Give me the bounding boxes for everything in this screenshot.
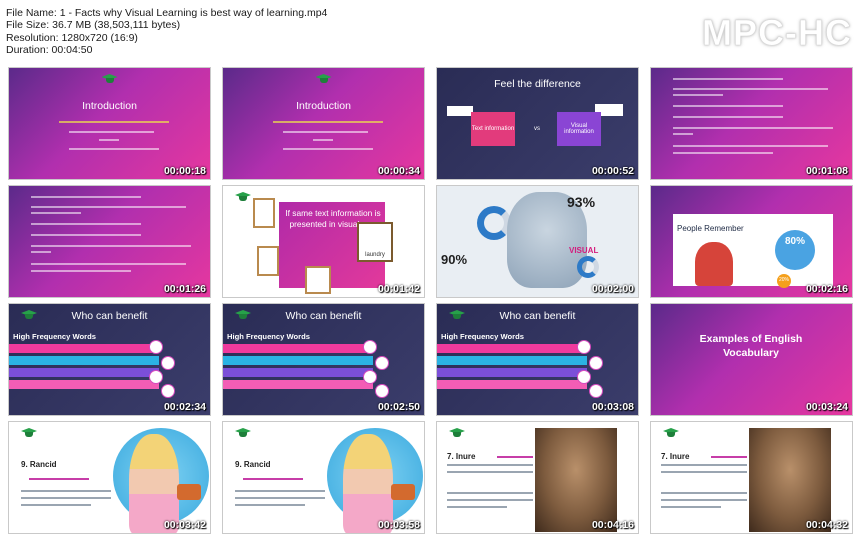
laundry-card: laundry [357, 222, 393, 262]
laundry-label: laundry [365, 252, 385, 258]
timestamp: 00:04:32 [805, 519, 848, 531]
timestamp: 00:03:08 [591, 401, 634, 413]
slide-title: Examples of English Vocabulary [699, 333, 803, 359]
slide-title: Feel the difference [494, 78, 581, 90]
graduation-hat-icon [235, 192, 251, 202]
thumbnail-13[interactable]: 9. Rancid 00:03:42 [8, 421, 211, 534]
thumbnail-2[interactable]: Introduction 00:00:34 [222, 67, 425, 180]
person-icon [363, 340, 377, 354]
donut-chart-icon-2 [577, 256, 599, 278]
vocab-word: 9. Rancid [235, 460, 271, 469]
thumbnail-7[interactable]: 93% 90% VISUAL 00:02:00 [436, 185, 639, 298]
timestamp: 00:02:00 [591, 283, 634, 295]
slide-title: Introduction [296, 100, 351, 112]
vs-label: vs [534, 126, 540, 132]
timestamp: 00:03:58 [377, 519, 420, 531]
visual-information-box: Visual information [557, 112, 601, 146]
food-icon [177, 484, 201, 500]
thumbnail-5[interactable]: 00:01:26 [8, 185, 211, 298]
file-size-row: File Size: 36.7 MB (38,503,111 bytes) [6, 19, 181, 32]
timestamp: 00:03:24 [805, 401, 848, 413]
graduation-hat-icon [449, 428, 465, 438]
timestamp: 00:01:42 [377, 283, 420, 295]
person-icon [375, 356, 389, 370]
slide-title: Who can benefit [499, 310, 576, 322]
thumbnail-4[interactable]: 00:01:08 [650, 67, 853, 180]
mpc-hc-logo: MPC-HC [702, 12, 852, 54]
thumbnail-16[interactable]: 7. Inure 00:04:32 [650, 421, 853, 534]
person-icon [149, 370, 163, 384]
duration: 00:04:50 [51, 44, 93, 57]
picture-card-c [257, 246, 279, 276]
duration-row: Duration: 00:04:50 [6, 44, 93, 57]
person-icon [161, 384, 175, 398]
graduation-hat-icon [235, 428, 251, 438]
person-icon [363, 370, 377, 384]
thumbnail-14[interactable]: 9. Rancid 00:03:58 [222, 421, 425, 534]
resolution: 1280x720 (16:9) [61, 31, 138, 44]
graduation-hat-icon [21, 428, 37, 438]
timestamp: 00:02:50 [377, 401, 420, 413]
graduation-hat-icon [102, 74, 118, 84]
thumbnail-10[interactable]: Who can benefit High Frequency Words 00:… [222, 303, 425, 416]
vocab-word: 7. Inure [447, 452, 476, 461]
file-name: 1 - Facts why Visual Learning is best wa… [59, 7, 328, 19]
thumbnail-15[interactable]: 7. Inure 00:04:16 [436, 421, 639, 534]
timestamp: 00:02:34 [163, 401, 206, 413]
timestamp: 00:01:26 [163, 283, 206, 295]
timestamp: 00:03:42 [163, 519, 206, 531]
timestamp: 00:00:18 [163, 165, 206, 177]
stat-circle-20: 20% [777, 274, 791, 288]
timestamp: 00:01:08 [805, 165, 848, 177]
stat-93: 93% [567, 194, 596, 210]
slide-title: Who can benefit [71, 310, 148, 322]
vocab-word: 9. Rancid [21, 460, 57, 469]
stat-90: 90% [441, 252, 468, 267]
abc-icon [447, 106, 473, 116]
person-icon [375, 384, 389, 398]
donut-chart-icon [477, 206, 511, 240]
person-icon [589, 384, 603, 398]
thumbnail-6[interactable]: If same text information is presented in… [222, 185, 425, 298]
resolution-row: Resolution: 1280x720 (16:9) [6, 31, 138, 44]
food-icon [391, 484, 415, 500]
thumbnail-12[interactable]: Examples of English Vocabulary 00:03:24 [650, 303, 853, 416]
slide-title: People Remember [677, 224, 744, 233]
timestamp: 00:00:34 [377, 165, 420, 177]
thumbnail-grid: Introduction 00:00:18 Introduction 00:00… [8, 67, 853, 534]
person-icon [161, 356, 175, 370]
timestamp: 00:04:16 [591, 519, 634, 531]
high-frequency-heading: High Frequency Words [13, 332, 96, 341]
thumbnail-1[interactable]: Introduction 00:00:18 [8, 67, 211, 180]
file-name-row: File Name: 1 - Facts why Visual Learning… [6, 7, 328, 19]
person-icon [577, 370, 591, 384]
graduation-hat-icon [316, 74, 332, 84]
slide-title: Who can benefit [285, 310, 362, 322]
thumbnail-11[interactable]: Who can benefit High Frequency Words 00:… [436, 303, 639, 416]
text-information-box: Text information [471, 112, 515, 146]
slide-title: Introduction [82, 100, 137, 112]
person-icon [589, 356, 603, 370]
thumbnail-3[interactable]: Feel the difference Text information vs … [436, 67, 639, 180]
person-icon [577, 340, 591, 354]
thumbnail-8[interactable]: People Remember 80% 20% 00:02:16 [650, 185, 853, 298]
man-photo [749, 428, 831, 532]
file-size: 36.7 MB (38,503,111 bytes) [52, 19, 181, 32]
timestamp: 00:00:52 [591, 165, 634, 177]
stat-circle-80: 80% [775, 230, 815, 270]
high-frequency-heading: High Frequency Words [441, 332, 524, 341]
timestamp: 00:02:16 [805, 283, 848, 295]
thumbnail-9[interactable]: Who can benefit High Frequency Words 00:… [8, 303, 211, 416]
picture-card-d [253, 198, 275, 228]
man-illustration [695, 242, 733, 286]
file-info: File Name: 1 - Facts why Visual Learning… [6, 7, 327, 57]
visual-word: VISUAL [569, 246, 599, 255]
high-frequency-heading: High Frequency Words [227, 332, 310, 341]
man-photo [535, 428, 617, 532]
picture-card-b [305, 266, 331, 294]
vocab-word: 7. Inure [661, 452, 690, 461]
person-icon [149, 340, 163, 354]
graduation-hat-icon [663, 428, 679, 438]
